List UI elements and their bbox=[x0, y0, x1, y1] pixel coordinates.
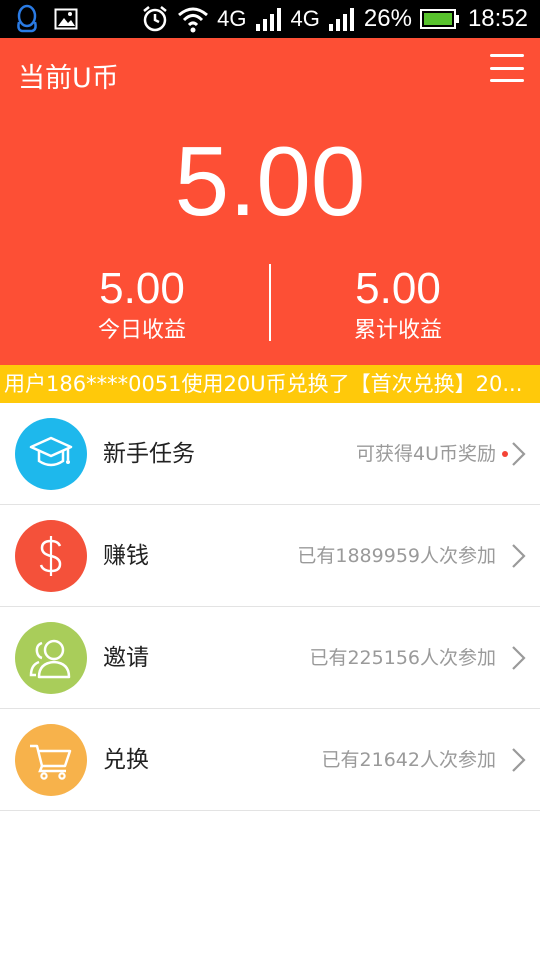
dollar-icon bbox=[15, 520, 87, 592]
total-earnings: 5.00 累计收益 bbox=[263, 262, 533, 346]
today-earnings-label: 今日收益 bbox=[97, 318, 186, 343]
graduation-cap-icon bbox=[15, 418, 87, 490]
list-item-detail: 已有1889959人次参加 bbox=[297, 545, 496, 567]
list-item-newbie-tasks[interactable]: 新手任务 可获得4U币奖励 bbox=[0, 403, 540, 505]
menu-icon-bar bbox=[490, 79, 524, 82]
today-earnings-value: 5.00 bbox=[99, 264, 185, 313]
status-right: 4G 4G 26% 18:52 bbox=[141, 5, 528, 33]
network-type-2: 4G bbox=[290, 6, 320, 31]
menu-list: 新手任务 可获得4U币奖励 赚钱 已有1889959人次参加 邀请 已有2251… bbox=[0, 403, 540, 811]
status-left bbox=[14, 4, 78, 34]
image-icon bbox=[54, 8, 78, 30]
network-type-1: 4G bbox=[217, 6, 247, 31]
alarm-icon bbox=[141, 5, 169, 33]
list-item-invite[interactable]: 邀请 已有225156人次参加 bbox=[0, 607, 540, 709]
battery-icon bbox=[419, 9, 460, 29]
list-item-detail: 可获得4U币奖励 bbox=[356, 443, 496, 465]
list-item-detail: 已有225156人次参加 bbox=[309, 647, 496, 669]
users-icon bbox=[15, 622, 87, 694]
cart-icon bbox=[15, 724, 87, 796]
list-item-exchange[interactable]: 兑换 已有21642人次参加 bbox=[0, 709, 540, 811]
chevron-right-icon bbox=[512, 748, 526, 772]
list-item-earn-money[interactable]: 赚钱 已有1889959人次参加 bbox=[0, 505, 540, 607]
list-item-title: 新手任务 bbox=[103, 441, 195, 467]
total-earnings-value: 5.00 bbox=[355, 264, 441, 313]
signal-icon bbox=[255, 6, 283, 32]
list-item-title: 邀请 bbox=[103, 645, 149, 671]
page-title: 当前U币 bbox=[18, 63, 119, 94]
exchange-ticker: 用户186****0051使用20U币兑换了【首次兑换】20... bbox=[0, 365, 540, 403]
today-earnings: 5.00 今日收益 bbox=[7, 262, 277, 346]
menu-icon-bar bbox=[490, 66, 524, 70]
signal-icon bbox=[328, 6, 356, 32]
balance-header: 当前U币 5.00 5.00 今日收益 5.00 累计收益 bbox=[0, 38, 540, 365]
list-item-title: 兑换 bbox=[103, 747, 149, 773]
notification-dot bbox=[502, 451, 508, 457]
wifi-icon bbox=[177, 5, 209, 33]
status-bar: 4G 4G 26% 18:52 bbox=[0, 0, 540, 38]
menu-button[interactable] bbox=[490, 54, 524, 82]
list-item-title: 赚钱 bbox=[103, 543, 149, 569]
chevron-right-icon bbox=[512, 646, 526, 670]
menu-icon-bar bbox=[490, 54, 524, 57]
clock: 18:52 bbox=[467, 5, 528, 32]
chevron-right-icon bbox=[512, 544, 526, 568]
qq-icon bbox=[14, 4, 40, 34]
total-earnings-label: 累计收益 bbox=[353, 318, 442, 343]
battery-percent: 26% bbox=[363, 5, 412, 32]
chevron-right-icon bbox=[512, 442, 526, 466]
list-item-detail: 已有21642人次参加 bbox=[321, 749, 496, 771]
balance-value: 5.00 bbox=[174, 126, 366, 236]
